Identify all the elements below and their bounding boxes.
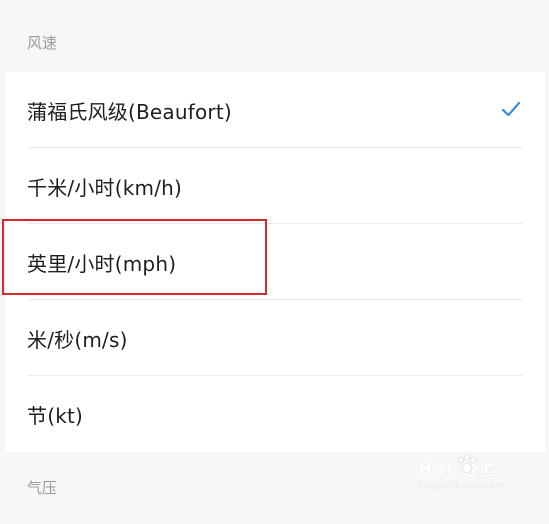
option-label: 节(kt) — [27, 403, 84, 428]
option-ms[interactable]: 米/秒(m/s) — [6, 300, 545, 376]
watermark-site: jingyan.baidu.com — [418, 481, 505, 491]
option-label: 英里/小时(mph) — [27, 251, 177, 276]
option-label: 千米/小时(km/h) — [27, 175, 183, 200]
option-label: 米/秒(m/s) — [27, 327, 128, 352]
option-mph[interactable]: 英里/小时(mph) — [6, 224, 545, 300]
settings-list: 风速 蒲福氏风级(Beaufort) 千米/小时(km/h) 英里/小时(mph… — [6, 14, 545, 513]
paw-logo-icon — [458, 454, 476, 473]
section-header-wind-speed: 风速 — [6, 14, 545, 72]
option-kmh[interactable]: 千米/小时(km/h) — [6, 148, 545, 224]
option-kt[interactable]: 节(kt) — [6, 376, 545, 452]
baidu-jingyan-watermark: Bai 经验 jingyan.baidu.com — [418, 454, 520, 502]
checkmark-icon — [501, 101, 521, 117]
option-label: 蒲福氏风级(Beaufort) — [27, 99, 232, 124]
option-beaufort[interactable]: 蒲福氏风级(Beaufort) — [6, 72, 545, 148]
